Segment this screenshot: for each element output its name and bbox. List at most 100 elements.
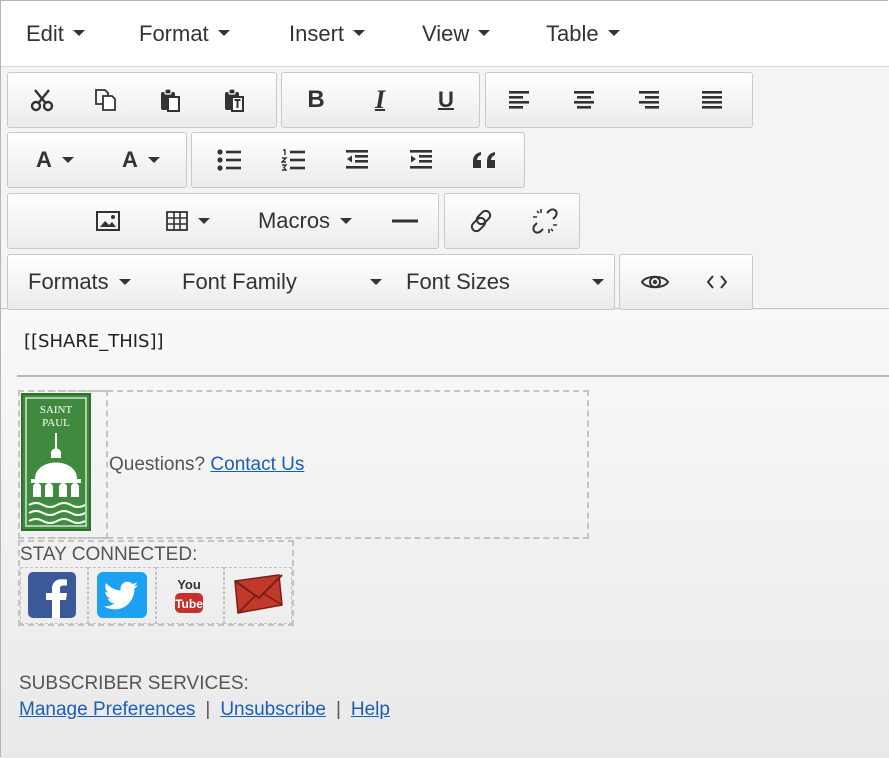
underline-icon: U xyxy=(438,87,454,112)
remove-link-button[interactable] xyxy=(515,194,575,248)
youtube-icon[interactable]: You Tube xyxy=(171,573,207,617)
align-center-icon xyxy=(574,91,594,109)
chevron-down-icon xyxy=(478,30,491,36)
insert-table-button[interactable] xyxy=(148,194,228,248)
menu-view[interactable]: View xyxy=(422,21,491,51)
svg-text:PAUL: PAUL xyxy=(42,417,70,429)
font-sizes-label: Font Sizes xyxy=(406,269,510,294)
copy-icon xyxy=(95,89,116,111)
scissors-icon xyxy=(30,89,54,112)
insert-group: Macros xyxy=(7,193,439,249)
menu-table-label: Table xyxy=(546,21,599,46)
chevron-down-icon xyxy=(118,279,131,285)
numbered-list-icon xyxy=(281,149,305,171)
paste-icon xyxy=(161,88,180,112)
menu-edit[interactable]: Edit xyxy=(26,21,85,51)
unsubscribe-link[interactable]: Unsubscribe xyxy=(220,699,326,720)
chevron-down-icon xyxy=(592,279,604,285)
manage-preferences-link[interactable]: Manage Preferences xyxy=(19,699,195,720)
facebook-icon[interactable] xyxy=(27,571,77,619)
text-color-button[interactable]: A xyxy=(20,133,90,187)
menu-format-label: Format xyxy=(139,21,209,46)
link-separator: | xyxy=(205,699,211,720)
outdent-icon xyxy=(346,150,368,169)
view-group xyxy=(619,254,753,310)
blockquote-button[interactable] xyxy=(454,133,516,187)
chevron-down-icon xyxy=(217,30,230,36)
paste-button[interactable] xyxy=(144,73,196,127)
bold-icon: B xyxy=(307,86,325,113)
align-justify-button[interactable] xyxy=(684,73,740,127)
list-group xyxy=(191,132,525,188)
chevron-down-icon xyxy=(340,218,353,224)
italic-icon: I xyxy=(374,85,386,114)
underline-button[interactable]: U xyxy=(418,73,474,127)
menu-insert[interactable]: Insert xyxy=(289,21,366,51)
numbered-list-button[interactable] xyxy=(262,133,324,187)
italic-button[interactable]: I xyxy=(352,73,408,127)
horizontal-rule-button[interactable] xyxy=(376,194,434,248)
bold-button[interactable]: B xyxy=(288,73,344,127)
align-right-icon xyxy=(639,91,659,109)
horizontal-rule-icon xyxy=(392,219,418,223)
twitter-icon[interactable] xyxy=(96,571,148,619)
svg-text:SAINT: SAINT xyxy=(40,404,73,416)
insert-image-button[interactable] xyxy=(78,194,138,248)
contact-us-link[interactable]: Contact Us xyxy=(210,454,304,475)
menu-table[interactable]: Table xyxy=(546,21,620,51)
formats-label: Formats xyxy=(28,269,109,294)
help-link[interactable]: Help xyxy=(351,699,390,720)
questions-line: Questions? Contact Us xyxy=(109,454,304,476)
clipboard-group xyxy=(7,72,277,128)
font-family-label: Font Family xyxy=(182,269,297,294)
stay-connected-heading: STAY CONNECTED: xyxy=(20,544,198,565)
font-family-dropdown[interactable]: Font Family xyxy=(172,255,390,309)
outdent-button[interactable] xyxy=(326,133,388,187)
paste-text-icon xyxy=(225,88,244,112)
source-code-button[interactable] xyxy=(688,255,746,309)
format-select-group: Formats Font Family Font Sizes xyxy=(7,254,615,310)
cut-button[interactable] xyxy=(16,73,68,127)
saint-paul-logo-image: SAINT PAUL xyxy=(25,397,87,527)
align-center-button[interactable] xyxy=(556,73,612,127)
menubar: Edit Format Insert View Table xyxy=(1,1,889,67)
text-style-group: B I U xyxy=(281,72,480,128)
indent-button[interactable] xyxy=(390,133,452,187)
insert-link-button[interactable] xyxy=(451,194,511,248)
align-left-button[interactable] xyxy=(492,73,548,127)
chevron-down-icon xyxy=(353,30,366,36)
background-color-icon: A xyxy=(122,147,138,172)
preview-button[interactable] xyxy=(626,255,684,309)
email-icon[interactable] xyxy=(232,571,284,619)
menu-view-label: View xyxy=(422,21,470,46)
chevron-down-icon xyxy=(147,157,160,163)
font-sizes-dropdown[interactable]: Font Sizes xyxy=(398,255,610,309)
formats-dropdown[interactable]: Formats xyxy=(18,255,158,309)
link-separator: | xyxy=(335,699,341,720)
eye-icon xyxy=(641,275,669,289)
chevron-down-icon xyxy=(607,30,620,36)
menu-format[interactable]: Format xyxy=(139,21,230,51)
text-color-icon: A xyxy=(36,147,52,172)
background-color-button[interactable]: A xyxy=(106,133,176,187)
indent-icon xyxy=(410,150,432,169)
align-justify-icon xyxy=(702,91,722,109)
chevron-down-icon xyxy=(61,157,74,163)
macros-button[interactable]: Macros xyxy=(240,194,370,248)
chevron-down-icon xyxy=(370,279,382,285)
table-icon xyxy=(166,211,188,231)
image-icon xyxy=(96,211,120,231)
align-left-icon xyxy=(509,91,529,109)
menu-insert-label: Insert xyxy=(289,21,345,46)
bullet-list-button[interactable] xyxy=(198,133,260,187)
questions-text: Questions? xyxy=(109,454,206,475)
color-group: A A xyxy=(7,132,187,188)
copy-button[interactable] xyxy=(80,73,132,127)
svg-text:You: You xyxy=(177,577,201,592)
svg-text:Tube: Tube xyxy=(175,597,203,611)
paste-text-button[interactable] xyxy=(208,73,260,127)
chevron-down-icon xyxy=(198,218,210,224)
align-right-button[interactable] xyxy=(620,73,676,127)
toolbar-area: B I U A A Macros Formats Font Family Fon… xyxy=(1,67,889,310)
menu-edit-label: Edit xyxy=(26,21,64,46)
